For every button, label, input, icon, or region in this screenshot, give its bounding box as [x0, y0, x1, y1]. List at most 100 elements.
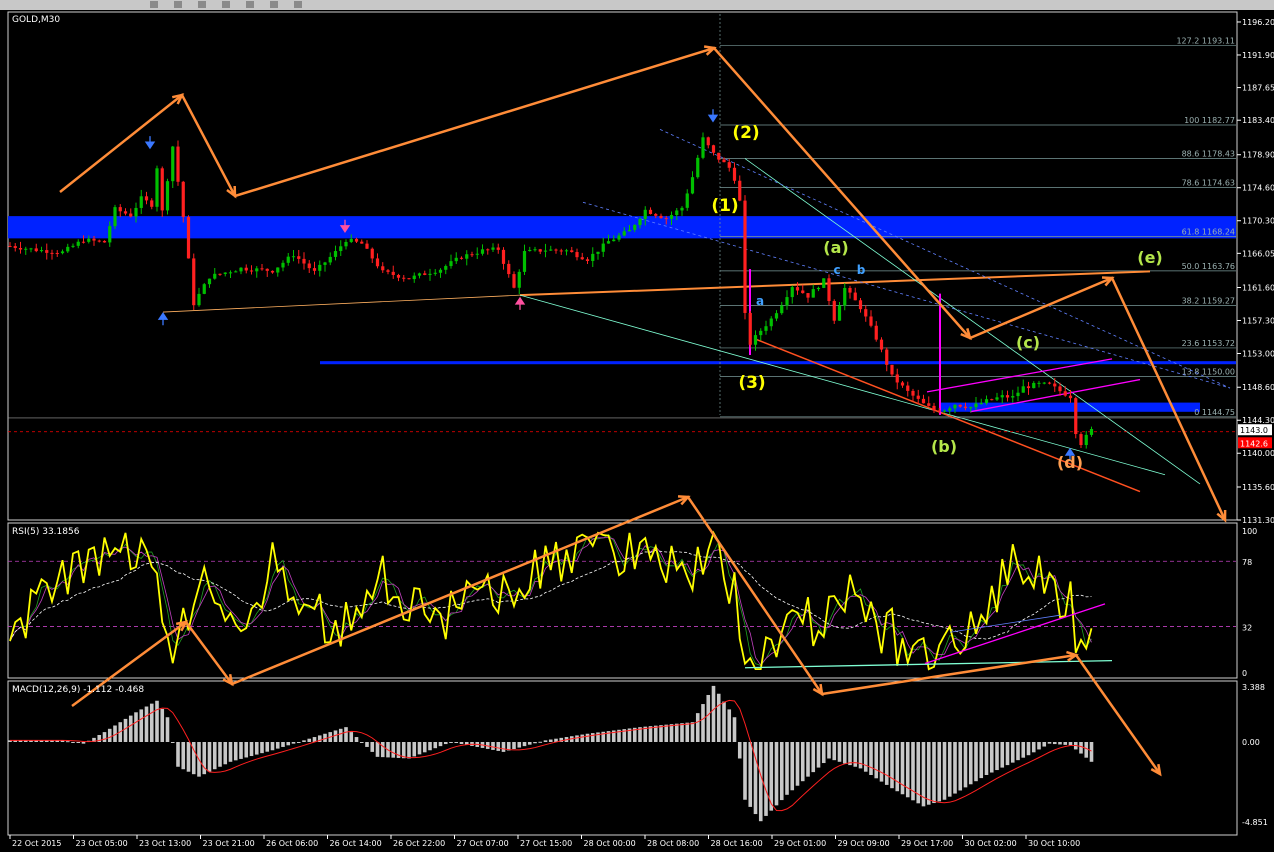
candle-body — [465, 254, 469, 259]
candle-body — [480, 249, 485, 254]
candle-body — [512, 274, 516, 288]
candle-body — [323, 262, 327, 265]
x-tick-label: 29 Oct 09:00 — [838, 839, 890, 848]
candle-body — [454, 257, 458, 262]
macd-histogram-bar — [212, 742, 217, 770]
candle-body — [832, 301, 836, 321]
macd-histogram-bar — [218, 742, 222, 767]
macd-histogram-bar — [958, 742, 963, 791]
macd-histogram-bar — [790, 742, 795, 791]
candle-body — [370, 248, 374, 259]
candle-body — [780, 305, 784, 314]
candle-body — [165, 181, 170, 211]
macd-histogram-bar — [307, 738, 312, 742]
candle-body — [228, 272, 233, 274]
macd-histogram-bar — [538, 741, 543, 743]
macd-histogram-bar — [874, 742, 879, 779]
macd-histogram-bar — [674, 723, 679, 742]
candle-body — [869, 316, 873, 326]
x-tick-label: 29 Oct 01:00 — [774, 839, 826, 848]
candle-body — [307, 263, 311, 269]
y-tick-label: 1131.30 — [1242, 516, 1274, 525]
macd-histogram-bar — [401, 742, 406, 759]
candle-body — [328, 256, 332, 263]
macd-histogram-bar — [926, 742, 931, 805]
fib-level-label: 23.6 1153.72 — [1182, 339, 1235, 348]
candle-body — [45, 250, 49, 253]
macd-histogram-bar — [806, 742, 810, 777]
macd-histogram-bar — [65, 741, 70, 743]
macd-histogram-bar — [265, 742, 270, 752]
candle-body — [685, 193, 689, 208]
macd-histogram-bar — [491, 742, 495, 750]
candle-body — [381, 266, 385, 271]
candle-body — [354, 238, 359, 242]
macd-histogram-bar — [496, 742, 501, 751]
candle-body — [286, 256, 290, 263]
macd-histogram-bar — [249, 742, 254, 757]
macd-histogram-bar — [895, 742, 900, 792]
macd-histogram-bar — [968, 742, 973, 785]
candle-body — [129, 213, 133, 217]
candle-body — [1037, 382, 1041, 384]
macd-histogram-bar — [590, 733, 595, 742]
candle-body — [118, 207, 122, 212]
wave-label: c — [833, 263, 840, 277]
macd-histogram-bar — [701, 704, 705, 742]
candle-body — [696, 157, 700, 178]
candle-body — [1042, 382, 1046, 384]
macd-histogram-bar — [963, 742, 968, 788]
candle-body — [402, 277, 406, 279]
macd-histogram-bar — [1037, 742, 1041, 750]
fib-level-label: 127.2 1193.11 — [1176, 37, 1235, 46]
candle-body — [1016, 392, 1020, 397]
macd-histogram-bar — [575, 735, 579, 742]
candle-body — [995, 397, 999, 400]
candle-body — [885, 349, 889, 365]
y-tick-label: 1161.60 — [1242, 283, 1274, 292]
candle-body — [1063, 391, 1067, 396]
candle-body — [953, 404, 957, 409]
candle-body — [743, 200, 747, 313]
fib-level-label: 0 1144.75 — [1194, 408, 1235, 417]
candle-body — [543, 250, 548, 252]
candle-body — [990, 399, 994, 401]
macd-histogram-bar — [338, 728, 343, 742]
candle-body — [1074, 398, 1078, 435]
candle-body — [55, 253, 59, 255]
macd-histogram-bar — [239, 742, 243, 759]
candle-body — [874, 325, 878, 340]
macd-histogram-bar — [380, 742, 385, 758]
candle-body — [564, 250, 569, 252]
fib-level-label: 61.8 1168.24 — [1182, 228, 1235, 237]
candle-body — [81, 241, 86, 243]
macd-histogram-bar — [695, 713, 700, 742]
candle-body — [612, 239, 616, 242]
macd-histogram-bar — [281, 742, 285, 747]
candle-body — [423, 273, 427, 275]
rsi-panel — [7, 522, 1238, 679]
candle-body — [701, 137, 705, 158]
macd-histogram-bar — [690, 722, 695, 742]
macd-histogram-bar — [228, 742, 233, 762]
bid-price-text: 1142.6 — [1240, 439, 1268, 448]
candle-body — [396, 274, 401, 278]
candle-body — [113, 207, 117, 227]
candle-body — [60, 251, 65, 254]
macd-histogram-bar — [512, 742, 516, 750]
macd-histogram-bar — [76, 742, 81, 743]
candle-body — [969, 407, 973, 409]
candle-body — [559, 250, 563, 252]
candle-body — [916, 395, 920, 399]
candle-body — [596, 251, 600, 254]
candle-body — [213, 273, 217, 279]
fib-level-label: 50.0 1163.76 — [1182, 262, 1235, 271]
macd-histogram-bar — [932, 742, 936, 804]
rsi-panel-label: RSI(5) 33.1856 — [12, 527, 80, 537]
macd-histogram-bar — [302, 740, 306, 742]
rsi-tick-label: 32 — [1242, 624, 1252, 633]
macd-histogram-bar — [1000, 742, 1005, 768]
candle-body — [1053, 383, 1057, 387]
wave-label: (2) — [732, 123, 759, 143]
candle-body — [627, 229, 632, 232]
